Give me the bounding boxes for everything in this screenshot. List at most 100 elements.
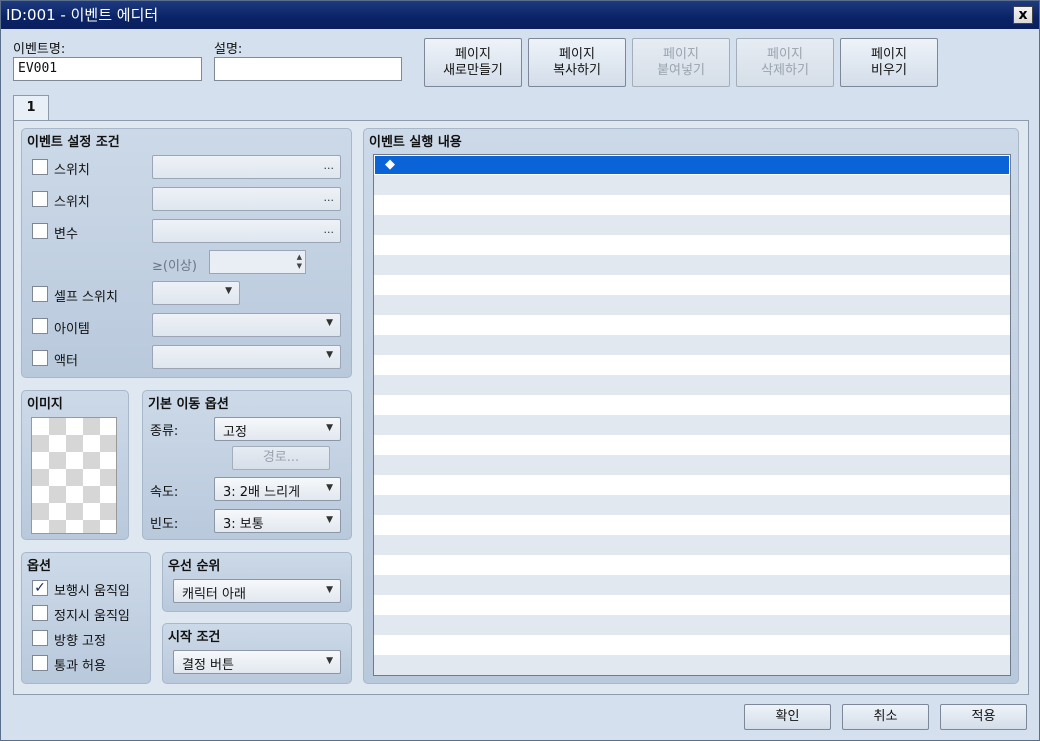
switch2-ellipsis: ... <box>323 191 335 204</box>
apply-button[interactable]: 적용 <box>940 704 1027 730</box>
window-title: ID:001 - 이벤트 에디터 <box>6 6 159 24</box>
through-label: 통과 허용 <box>54 659 106 674</box>
switch2-selector[interactable]: ... <box>152 187 341 211</box>
variable-value-spinner[interactable]: ▲ ▼ <box>209 250 306 274</box>
actor-label: 액터 <box>54 354 78 369</box>
switch1-ellipsis: ... <box>323 159 335 172</box>
item-dropdown[interactable]: ▼ <box>152 313 341 337</box>
paste-page-button[interactable]: 페이지 붙여넣기 <box>632 38 730 87</box>
clear-page-button-line2: 비우기 <box>871 63 907 78</box>
trigger-group: 시작 조건 결정 버튼 ▼ <box>162 623 352 684</box>
switch2-label: 스위치 <box>54 195 90 210</box>
delete-page-button-line1: 페이지 <box>767 47 803 62</box>
direction-fix-label: 방향 고정 <box>54 634 106 649</box>
switch1-label: 스위치 <box>54 163 90 178</box>
diamond-icon: ◆ <box>385 157 395 172</box>
command-list[interactable]: ◆ <box>373 154 1011 676</box>
chevron-down-icon: ▼ <box>326 483 333 493</box>
move-frequency-dropdown[interactable]: 3: 보통 ▼ <box>214 509 341 533</box>
spin-up-icon[interactable]: ▲ <box>297 253 302 261</box>
contents-group: 이벤트 실행 내용 ◆ <box>363 128 1019 684</box>
image-preview[interactable] <box>31 417 117 534</box>
image-group: 이미지 <box>21 390 129 540</box>
options-group: 옵션 ✓ 보행시 움직임 정지시 움직임 방향 고정 통과 허용 <box>21 552 151 684</box>
move-speed-label: 속도: <box>150 485 179 500</box>
stepping-anim-checkbox[interactable] <box>32 605 48 621</box>
move-speed-dropdown[interactable]: 3: 2배 느리게 ▼ <box>214 477 341 501</box>
actor-dropdown[interactable]: ▼ <box>152 345 341 369</box>
movement-title: 기본 이동 옵션 <box>148 397 229 412</box>
delete-page-button[interactable]: 페이지 삭제하기 <box>736 38 834 87</box>
move-frequency-label: 빈도: <box>150 517 179 532</box>
trigger-dropdown[interactable]: 결정 버튼 ▼ <box>173 650 341 674</box>
through-checkbox[interactable] <box>32 655 48 671</box>
trigger-title: 시작 조건 <box>168 630 221 645</box>
conditions-title: 이벤트 설정 조건 <box>27 135 120 150</box>
event-name-label: 이벤트명: <box>13 42 66 57</box>
event-editor-window: ID:001 - 이벤트 에디터 x 이벤트명: EV001 설명: 페이지 새… <box>0 0 1040 741</box>
priority-group: 우선 순위 캐릭터 아래 ▼ <box>162 552 352 612</box>
image-title: 이미지 <box>27 397 63 412</box>
page-panel: 이벤트 설정 조건 스위치 ... 스위치 ... 변수 ... ≥(이상) ▲… <box>13 120 1029 695</box>
chevron-down-icon: ▼ <box>326 515 333 525</box>
spin-down-icon[interactable]: ▼ <box>297 262 302 270</box>
switch1-selector[interactable]: ... <box>152 155 341 179</box>
chevron-down-icon: ▼ <box>326 656 333 666</box>
tab-page-1[interactable]: 1 <box>13 95 49 121</box>
self-switch-label: 셀프 스위치 <box>54 290 118 305</box>
chevron-down-icon: ▼ <box>326 318 333 328</box>
variable-selector[interactable]: ... <box>152 219 341 243</box>
paste-page-button-line1: 페이지 <box>663 47 699 62</box>
copy-page-button[interactable]: 페이지 복사하기 <box>528 38 626 87</box>
chevron-down-icon: ▼ <box>326 423 333 433</box>
delete-page-button-line2: 삭제하기 <box>761 63 809 78</box>
command-row-selected[interactable]: ◆ <box>375 156 1009 174</box>
item-checkbox[interactable] <box>32 318 48 334</box>
chevron-down-icon: ▼ <box>225 286 232 296</box>
ok-button[interactable]: 확인 <box>744 704 831 730</box>
priority-title: 우선 순위 <box>168 559 221 574</box>
walking-anim-label: 보행시 움직임 <box>54 584 130 599</box>
variable-label: 변수 <box>54 227 78 242</box>
self-switch-checkbox[interactable] <box>32 286 48 302</box>
options-title: 옵션 <box>27 559 51 574</box>
description-label: 설명: <box>214 42 243 57</box>
new-page-button-line2: 새로만들기 <box>443 63 503 78</box>
stepping-anim-label: 정지시 움직임 <box>54 609 130 624</box>
chevron-down-icon: ▼ <box>326 585 333 595</box>
cancel-button[interactable]: 취소 <box>842 704 929 730</box>
clear-page-button-line1: 페이지 <box>871 47 907 62</box>
close-button[interactable]: x <box>1013 6 1033 24</box>
move-type-dropdown[interactable]: 고정 ▼ <box>214 417 341 441</box>
switch1-checkbox[interactable] <box>32 159 48 175</box>
new-page-button[interactable]: 페이지 새로만들기 <box>424 38 522 87</box>
move-speed-value: 3: 2배 느리게 <box>223 485 301 500</box>
move-route-button[interactable]: 경로... <box>232 446 330 470</box>
title-bar: ID:001 - 이벤트 에디터 x <box>1 1 1039 29</box>
direction-fix-checkbox[interactable] <box>32 630 48 646</box>
new-page-button-line1: 페이지 <box>455 47 491 62</box>
paste-page-button-line2: 붙여넣기 <box>657 63 705 78</box>
move-type-label: 종류: <box>150 424 179 439</box>
clear-page-button[interactable]: 페이지 비우기 <box>840 38 938 87</box>
conditions-group: 이벤트 설정 조건 스위치 ... 스위치 ... 변수 ... ≥(이상) ▲… <box>21 128 352 378</box>
item-label: 아이템 <box>54 322 90 337</box>
copy-page-button-line2: 복사하기 <box>553 63 601 78</box>
priority-dropdown[interactable]: 캐릭터 아래 ▼ <box>173 579 341 603</box>
movement-group: 기본 이동 옵션 종류: 고정 ▼ 경로... 속도: 3: 2배 느리게 ▼ … <box>142 390 352 540</box>
chevron-down-icon: ▼ <box>326 350 333 360</box>
priority-value: 캐릭터 아래 <box>182 587 246 602</box>
variable-checkbox[interactable] <box>32 223 48 239</box>
event-name-input[interactable]: EV001 <box>13 57 202 81</box>
description-input[interactable] <box>214 57 402 81</box>
self-switch-dropdown[interactable]: ▼ <box>152 281 240 305</box>
trigger-value: 결정 버튼 <box>182 658 234 673</box>
move-type-value: 고정 <box>223 425 247 440</box>
contents-title: 이벤트 실행 내용 <box>369 135 462 150</box>
gte-label: ≥(이상) <box>152 259 197 274</box>
actor-checkbox[interactable] <box>32 350 48 366</box>
switch2-checkbox[interactable] <box>32 191 48 207</box>
walking-anim-checkbox[interactable]: ✓ <box>32 580 48 596</box>
variable-ellipsis: ... <box>323 223 335 236</box>
copy-page-button-line1: 페이지 <box>559 47 595 62</box>
